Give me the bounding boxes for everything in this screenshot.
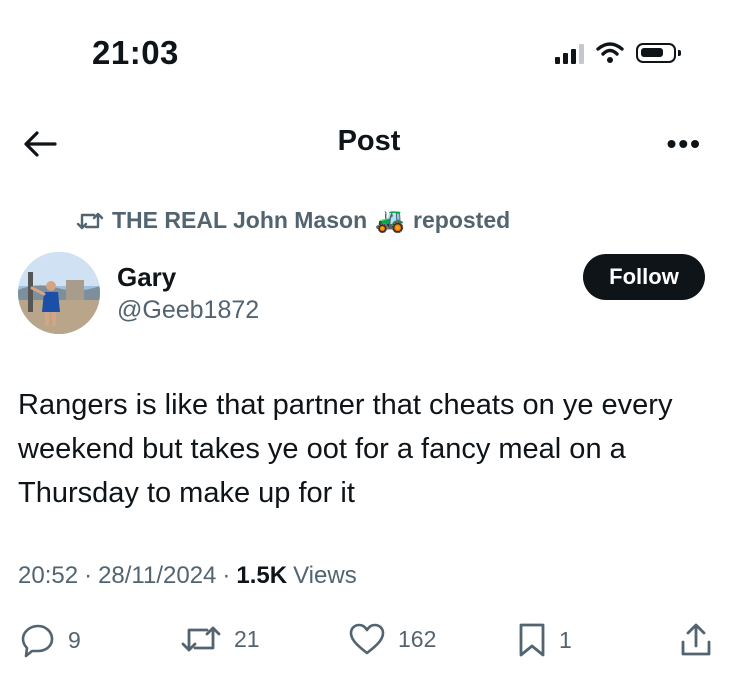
repost-user[interactable]: THE REAL John Mason	[112, 207, 367, 234]
meta-separator: ·	[222, 562, 231, 589]
more-options-icon[interactable]: •••	[667, 130, 702, 158]
reply-icon	[21, 624, 54, 658]
repost-icon	[76, 212, 104, 229]
reply-button[interactable]: 9	[20, 622, 81, 658]
share-icon	[681, 623, 711, 656]
repost-count: 21	[234, 625, 260, 652]
battery-icon	[636, 43, 681, 63]
share-button[interactable]	[679, 622, 713, 658]
reply-count: 9	[68, 626, 81, 653]
like-button[interactable]: 162	[348, 622, 436, 656]
repost-button[interactable]: 21	[180, 622, 260, 656]
repost-suffix: reposted	[413, 207, 511, 233]
avatar[interactable]	[18, 252, 100, 334]
bookmark-button[interactable]: 1	[517, 622, 572, 658]
views-count: 1.5K	[236, 562, 288, 589]
status-icons	[555, 42, 681, 64]
post-meta: 20:52 · 28/11/2024 · 1.5K Views	[18, 562, 357, 590]
author-handle[interactable]: @Geeb1872	[117, 296, 259, 325]
status-time: 21:03	[92, 34, 179, 71]
author-name[interactable]: Gary	[117, 262, 176, 293]
follow-button[interactable]: Follow	[583, 254, 705, 300]
views-label: Views	[293, 562, 357, 589]
heart-icon	[349, 623, 385, 655]
like-count: 162	[398, 625, 437, 652]
bookmark-icon	[519, 623, 545, 657]
repost-banner[interactable]: THE REAL John Mason 🚜 reposted	[76, 206, 510, 235]
meta-separator: ·	[84, 562, 93, 589]
wifi-icon	[596, 42, 624, 63]
repost-icon	[181, 626, 221, 652]
post-text: Rangers is like that partner that cheats…	[18, 389, 673, 509]
cellular-signal-icon	[555, 42, 584, 64]
page-title: Post	[337, 125, 401, 157]
post-time[interactable]: 20:52	[18, 562, 78, 590]
action-bar: 9 21 162 1	[0, 620, 738, 664]
post-date[interactable]: 28/11/2024	[98, 562, 216, 590]
tractor-emoji: 🚜	[375, 207, 406, 234]
bookmark-count: 1	[559, 626, 572, 653]
